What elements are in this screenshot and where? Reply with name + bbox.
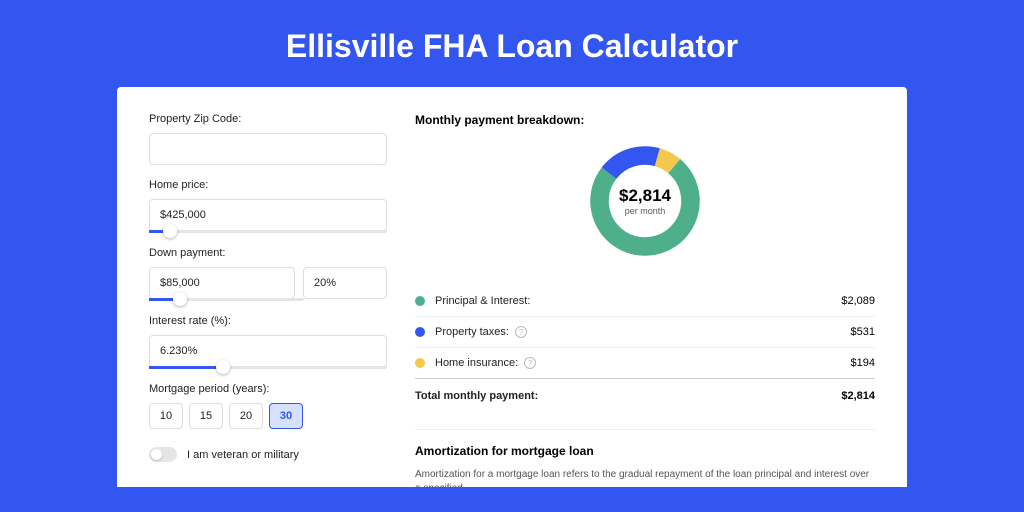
price-input[interactable]	[149, 199, 387, 231]
down-slider[interactable]	[149, 298, 304, 301]
help-icon[interactable]: ?	[515, 326, 527, 338]
period-field: Mortgage period (years): 10152030	[149, 383, 387, 429]
period-btn-20[interactable]: 20	[229, 403, 263, 429]
total-value: $2,814	[841, 390, 875, 402]
donut-amount: $2,814	[619, 186, 671, 206]
total-row: Total monthly payment: $2,814	[415, 378, 875, 411]
amort-text: Amortization for a mortgage loan refers …	[415, 468, 875, 487]
period-btn-30[interactable]: 30	[269, 403, 303, 429]
period-btn-10[interactable]: 10	[149, 403, 183, 429]
form-panel: Property Zip Code: Home price: Down paym…	[149, 113, 387, 487]
price-slider[interactable]	[149, 230, 387, 233]
zip-input[interactable]	[149, 133, 387, 165]
page-title: Ellisville FHA Loan Calculator	[0, 0, 1024, 87]
down-amount-input[interactable]	[149, 267, 295, 299]
veteran-toggle[interactable]	[149, 447, 177, 462]
amort-title: Amortization for mortgage loan	[415, 444, 875, 458]
breakdown-row: Principal & Interest: $2,089	[415, 285, 875, 316]
legend-dot	[415, 296, 425, 306]
breakdown-panel: Monthly payment breakdown: $2,814 per mo…	[415, 113, 875, 487]
rate-label: Interest rate (%):	[149, 315, 387, 327]
down-pct-input[interactable]	[303, 267, 387, 299]
amortization-section: Amortization for mortgage loan Amortizat…	[415, 429, 875, 487]
legend-dot	[415, 327, 425, 337]
veteran-label: I am veteran or military	[187, 449, 299, 461]
price-field: Home price:	[149, 179, 387, 233]
down-label: Down payment:	[149, 247, 387, 259]
help-icon[interactable]: ?	[524, 357, 536, 369]
calculator-card: Property Zip Code: Home price: Down paym…	[117, 87, 907, 487]
donut-chart: $2,814 per month	[415, 141, 875, 261]
period-btn-15[interactable]: 15	[189, 403, 223, 429]
veteran-row: I am veteran or military	[149, 447, 387, 462]
row-label: Property taxes:	[435, 326, 509, 338]
row-value: $2,089	[841, 295, 875, 307]
donut-sub: per month	[625, 206, 666, 216]
zip-field: Property Zip Code:	[149, 113, 387, 165]
row-label: Home insurance:	[435, 357, 518, 369]
breakdown-row: Home insurance:? $194	[415, 347, 875, 378]
row-value: $194	[851, 357, 875, 369]
down-field: Down payment:	[149, 247, 387, 301]
period-label: Mortgage period (years):	[149, 383, 387, 395]
row-label: Principal & Interest:	[435, 295, 530, 307]
row-value: $531	[851, 326, 875, 338]
rate-input[interactable]	[149, 335, 387, 367]
rate-field: Interest rate (%):	[149, 315, 387, 369]
price-label: Home price:	[149, 179, 387, 191]
rate-slider[interactable]	[149, 366, 387, 369]
zip-label: Property Zip Code:	[149, 113, 387, 125]
total-label: Total monthly payment:	[415, 390, 538, 402]
breakdown-row: Property taxes:? $531	[415, 316, 875, 347]
legend-dot	[415, 358, 425, 368]
